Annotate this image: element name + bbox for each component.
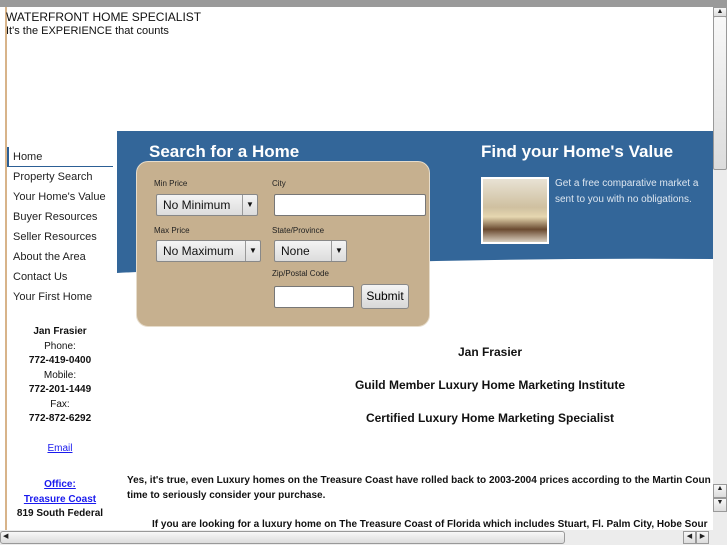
- chevron-down-icon: ▼: [245, 241, 260, 261]
- main-agent-name: Jan Frasier: [457, 345, 523, 359]
- mobile-number: 772-201-1449: [28, 384, 92, 395]
- fax-number: 772-872-6292: [28, 413, 92, 424]
- mobile-label: Mobile:: [43, 369, 77, 381]
- office-link[interactable]: Office:: [44, 479, 76, 490]
- office-name-link[interactable]: Treasure Coast: [24, 494, 96, 505]
- nav-about-area[interactable]: About the Area: [7, 247, 113, 267]
- state-label: State/Province: [272, 226, 325, 235]
- fax-label: Fax:: [50, 398, 70, 410]
- min-price-select[interactable]: No Minimum ▼: [156, 194, 258, 216]
- phone-label: Phone:: [44, 340, 76, 352]
- nav-seller-resources[interactable]: Seller Resources: [7, 227, 113, 247]
- max-price-value: No Maximum: [163, 244, 234, 258]
- contact-info: Jan Frasier Phone: 772-419-0400 Mobile: …: [7, 325, 113, 522]
- nav-property-search[interactable]: Property Search: [7, 167, 113, 187]
- sidebar-nav: Home Property Search Your Home's Value B…: [7, 147, 113, 307]
- certified-text: Certified Luxury Home Marketing Speciali…: [365, 411, 615, 425]
- agent-name: Jan Frasier: [33, 326, 87, 337]
- paragraph-2: If you are looking for a luxury home on …: [152, 519, 708, 530]
- scroll-right-icon[interactable]: ▶: [696, 531, 709, 544]
- value-text-2: sent to you with no obligations.: [555, 194, 692, 205]
- nav-home-value[interactable]: Your Home's Value: [7, 187, 113, 207]
- chevron-down-icon: ▼: [242, 195, 257, 215]
- min-price-value: No Minimum: [163, 198, 231, 212]
- value-text-1: Get a free comparative market a: [555, 178, 699, 189]
- paragraph-1-line-2: time to seriously consider your purchase…: [127, 490, 326, 501]
- max-price-label: Max Price: [154, 226, 190, 235]
- scroll-left-icon[interactable]: ◀: [683, 531, 696, 544]
- site-tagline: It's the EXPERIENCE that counts: [6, 25, 169, 37]
- min-price-label: Min Price: [154, 179, 188, 188]
- state-value: None: [281, 244, 310, 258]
- value-title: Find your Home's Value: [481, 142, 674, 161]
- office-address: 819 South Federal: [16, 508, 104, 519]
- scroll-left-icon[interactable]: ◀: [1, 532, 8, 540]
- chevron-down-icon: ▼: [331, 241, 346, 261]
- state-select[interactable]: None ▼: [274, 240, 347, 262]
- max-price-select[interactable]: No Maximum ▼: [156, 240, 261, 262]
- city-input[interactable]: [274, 194, 426, 216]
- zip-label: Zip/Postal Code: [272, 269, 329, 278]
- page: WATERFRONT HOME SPECIALIST It's the EXPE…: [0, 7, 713, 530]
- zip-input[interactable]: [274, 286, 354, 308]
- nav-first-home[interactable]: Your First Home: [7, 287, 113, 307]
- search-title: Search for a Home: [149, 142, 300, 161]
- nav-buyer-resources[interactable]: Buyer Resources: [7, 207, 113, 227]
- guild-member-text: Guild Member Luxury Home Marketing Insti…: [354, 378, 626, 392]
- horizontal-scroll-thumb[interactable]: ◀: [0, 531, 565, 544]
- search-form: Min Price No Minimum ▼ City Max Price No …: [136, 161, 430, 327]
- vertical-scroll-thumb[interactable]: [713, 16, 727, 170]
- submit-button[interactable]: Submit: [361, 284, 409, 309]
- inner-scroll-down-icon[interactable]: ▼: [713, 498, 727, 512]
- nav-home[interactable]: Home: [7, 147, 113, 167]
- nav-contact-us[interactable]: Contact Us: [7, 267, 113, 287]
- site-title: WATERFRONT HOME SPECIALIST: [6, 10, 202, 24]
- inner-scroll-up-icon[interactable]: ▲: [713, 484, 727, 498]
- living-room-image[interactable]: [481, 177, 549, 244]
- city-label: City: [272, 179, 286, 188]
- email-link[interactable]: Email: [47, 443, 72, 454]
- phone-number: 772-419-0400: [28, 355, 92, 366]
- paragraph-1-line-1: Yes, it's true, even Luxury homes on the…: [127, 475, 711, 486]
